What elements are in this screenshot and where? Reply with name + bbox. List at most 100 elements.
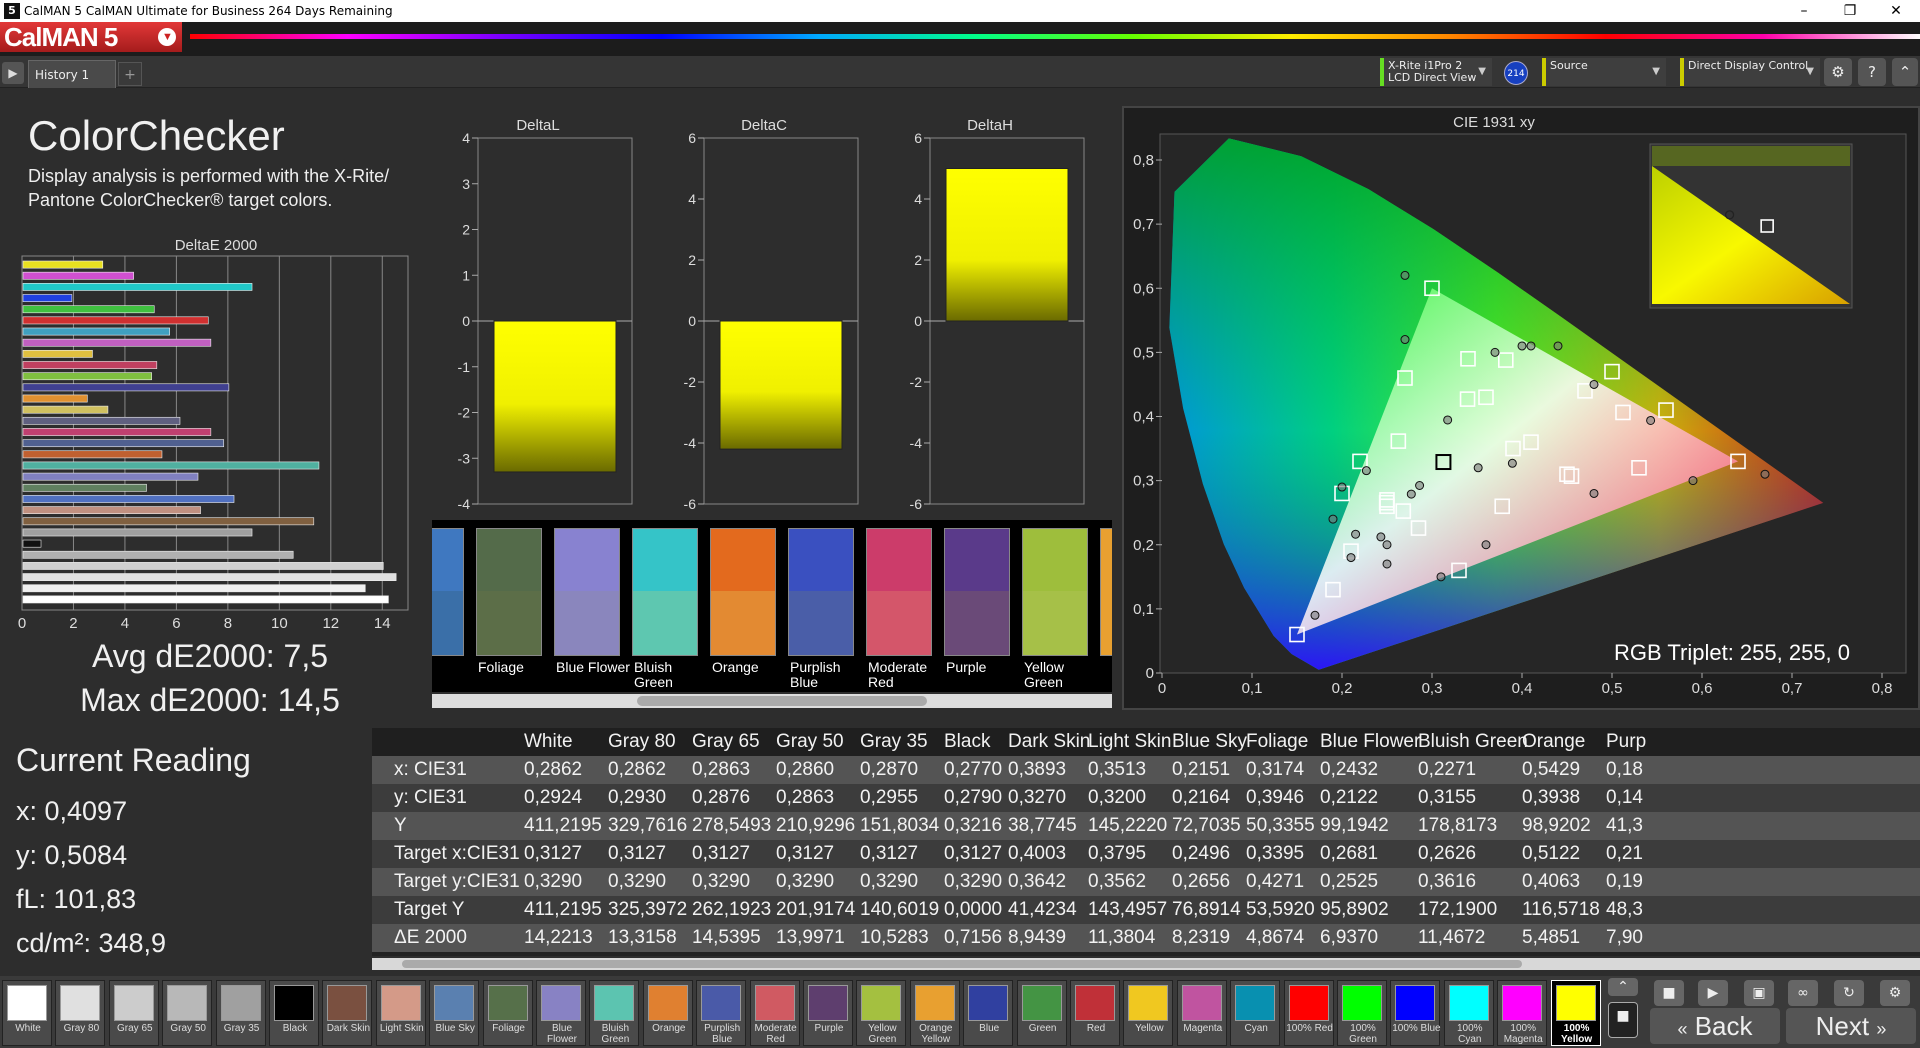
- cie-y-tick-label: 0: [1146, 665, 1154, 682]
- delta-tick-label: -4: [684, 435, 697, 451]
- bottom-swatch[interactable]: Dark Skin: [322, 980, 373, 1046]
- minimize-icon[interactable]: –: [1784, 2, 1824, 20]
- deltae-bar: [22, 283, 253, 291]
- bottom-swatch[interactable]: Yellow Green: [856, 980, 907, 1046]
- strip-swatch[interactable]: [1022, 528, 1088, 656]
- play-icon[interactable]: ▶: [2, 62, 24, 84]
- cie-measured-point: [1406, 489, 1416, 499]
- deltae-bar: [22, 506, 201, 515]
- bottom-swatch[interactable]: Magenta: [1176, 980, 1227, 1046]
- calman-logo-button[interactable]: CalMAN 5 ▼: [0, 22, 182, 52]
- bottom-swatch[interactable]: Bluish Green: [589, 980, 640, 1046]
- delta-tick-label: 2: [688, 252, 696, 268]
- strip-swatch[interactable]: [866, 528, 932, 656]
- bottom-swatch[interactable]: Gray 65: [108, 980, 159, 1046]
- bottom-swatch[interactable]: 100% Yellow: [1550, 980, 1601, 1046]
- chevron-up-icon[interactable]: ⌃: [1892, 58, 1918, 86]
- bottom-swatch[interactable]: Cyan: [1230, 980, 1281, 1046]
- bottom-swatch[interactable]: 100% Green: [1337, 980, 1387, 1046]
- bottom-swatch[interactable]: Red: [1070, 980, 1120, 1046]
- help-icon[interactable]: ?: [1858, 58, 1886, 86]
- back-button[interactable]: « Back: [1650, 1008, 1780, 1044]
- current-reading-x: x: 0,4097: [16, 796, 128, 826]
- restore-icon[interactable]: ❐: [1830, 2, 1870, 20]
- deltae-bar: [22, 405, 109, 414]
- stop-square-icon[interactable]: ■: [1608, 1002, 1638, 1038]
- strip-swatch[interactable]: [788, 528, 854, 656]
- strip-swatch[interactable]: [632, 528, 698, 656]
- scroll-up-icon[interactable]: ⌃: [1608, 978, 1638, 996]
- save-icon[interactable]: ▣: [1744, 980, 1774, 1006]
- refresh-icon[interactable]: ↻: [1834, 980, 1864, 1006]
- add-tab-icon[interactable]: +: [118, 62, 142, 86]
- strip-swatch[interactable]: [554, 528, 620, 656]
- table-scrollbar[interactable]: [372, 958, 1920, 970]
- strip-swatch[interactable]: [944, 528, 1010, 656]
- strip-swatch[interactable]: [710, 528, 776, 656]
- tab-history-1[interactable]: History 1: [28, 60, 116, 88]
- table-cell: 0,3290: [944, 871, 1003, 892]
- loop-icon[interactable]: ∞: [1788, 980, 1818, 1006]
- source-dropdown[interactable]: Source ▼: [1542, 58, 1666, 86]
- bottom-swatch[interactable]: White: [2, 980, 52, 1046]
- scroll-thumb[interactable]: [402, 960, 1522, 968]
- bottom-swatch[interactable]: Purple: [803, 980, 853, 1046]
- bottom-swatch[interactable]: Gray 50: [162, 980, 213, 1046]
- strip-swatch[interactable]: [476, 528, 542, 656]
- delta-tick-label: -3: [458, 450, 471, 466]
- current-reading-title: Current Reading: [16, 742, 251, 778]
- table-cell: 0,3216: [944, 815, 1003, 836]
- deltae-bar: [22, 361, 158, 369]
- bottom-swatch[interactable]: Gray 80: [55, 980, 106, 1046]
- table-row-label: ΔE 2000: [394, 927, 467, 948]
- cie-measured-point: [1490, 347, 1500, 357]
- table-cell: 5,4851: [1522, 927, 1581, 948]
- bottom-swatch[interactable]: Green: [1016, 980, 1067, 1046]
- next-button[interactable]: Next »: [1786, 1008, 1916, 1044]
- bottom-swatch[interactable]: Blue Sky: [429, 980, 480, 1046]
- bottom-swatch[interactable]: 100% Magenta: [1497, 980, 1548, 1046]
- table-cell: 0,2930: [608, 787, 667, 808]
- bottom-swatch[interactable]: Moderate Red: [749, 980, 800, 1046]
- bottom-swatch[interactable]: 100% Cyan: [1443, 980, 1494, 1046]
- bottom-swatch[interactable]: Blue Flower: [536, 980, 586, 1046]
- close-icon[interactable]: ✕: [1876, 2, 1916, 20]
- table-cell: 41,4234: [1008, 899, 1077, 920]
- bottom-swatch[interactable]: Black: [269, 980, 319, 1046]
- bottom-swatch[interactable]: 100% Red: [1283, 980, 1334, 1046]
- cie-measured-point: [1646, 415, 1656, 425]
- bottom-swatch[interactable]: Yellow: [1123, 980, 1174, 1046]
- bottom-swatch-chip: [1181, 985, 1222, 1021]
- deltae-bar: [22, 338, 212, 347]
- strip-swatch[interactable]: [432, 528, 464, 656]
- strip-swatch[interactable]: [1100, 528, 1112, 656]
- scroll-thumb[interactable]: [637, 696, 927, 706]
- bottom-swatch[interactable]: Light Skin: [375, 980, 426, 1046]
- meter-dropdown[interactable]: X-Rite i1Pro 2 LCD Direct View ▼: [1380, 58, 1492, 86]
- color-swatch-strip[interactable]: SkyFoliage Blue FlowerBluish Green Orange P…: [432, 520, 1112, 692]
- delta-tick-label: 6: [688, 130, 696, 146]
- bottom-swatch[interactable]: Orange Yellow: [909, 980, 960, 1046]
- gear-icon[interactable]: ⚙: [1824, 58, 1852, 86]
- strip-swatch-label: Bluish Green: [634, 659, 673, 690]
- table-row-label: Target y:CIE31: [394, 871, 520, 892]
- bottom-swatch[interactable]: Purplish Blue: [696, 980, 747, 1046]
- table-cell: 145,2220: [1088, 815, 1168, 836]
- bottom-swatch[interactable]: Orange: [642, 980, 693, 1046]
- display-dropdown[interactable]: Direct Display Control ▼: [1680, 58, 1820, 86]
- table-cell: 72,7035: [1172, 815, 1241, 836]
- bottom-swatch[interactable]: Foliage: [482, 980, 533, 1046]
- play-icon[interactable]: ▶: [1698, 980, 1728, 1006]
- bottom-swatch[interactable]: Blue: [963, 980, 1014, 1046]
- table-cell: 0,7156: [944, 927, 1003, 948]
- stop-icon[interactable]: ■: [1654, 980, 1684, 1006]
- cie-measured-point: [1328, 514, 1338, 524]
- back-label: Back: [1694, 1011, 1753, 1041]
- bottom-swatch[interactable]: Gray 35: [215, 980, 266, 1046]
- table-row: x: CIE31 0,2862 0,2862 0,2863 0,2860 0,2870 0,…: [372, 756, 1920, 784]
- swatch-scrollbar[interactable]: [432, 694, 1112, 708]
- settings-small-icon[interactable]: ⚙: [1880, 980, 1910, 1006]
- bottom-swatch[interactable]: 100% Blue: [1390, 980, 1441, 1046]
- page-description: Display analysis is performed with the X…: [28, 166, 390, 210]
- table-cell: 11,4672: [1418, 927, 1486, 948]
